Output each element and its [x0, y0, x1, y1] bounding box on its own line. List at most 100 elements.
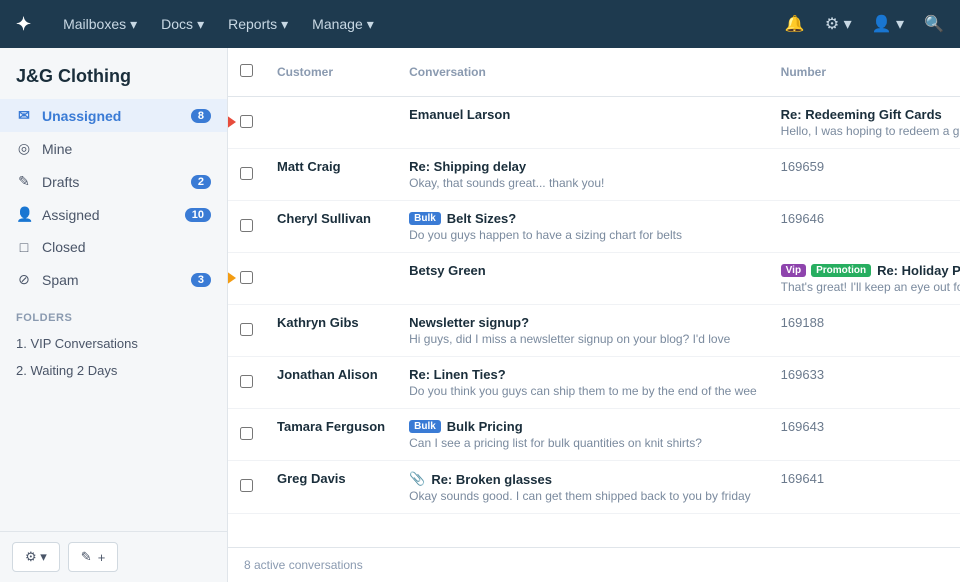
- assigned-badge: 10: [185, 208, 211, 222]
- conversation-preview: Hello, I was hoping to redeem a gift car…: [781, 124, 960, 138]
- conversation-preview: Hi guys, did I miss a newsletter signup …: [409, 332, 757, 346]
- conversation-subject: Re: Shipping delay: [409, 159, 526, 174]
- sidebar-label-spam: Spam: [42, 272, 181, 288]
- table-row[interactable]: Matt CraigRe: Shipping delayOkay, that s…: [228, 149, 960, 201]
- conversation-number: 169633: [769, 357, 960, 409]
- conversation-subject: Belt Sizes?: [447, 211, 516, 226]
- settings-button[interactable]: ⚙ ▾: [12, 542, 60, 572]
- nav-reports[interactable]: Reports ▾: [228, 16, 288, 33]
- folder-waiting[interactable]: 2. Waiting 2 Days: [0, 357, 227, 384]
- row-checkbox-cell: [228, 201, 265, 253]
- conversation-number: 169643: [769, 409, 960, 461]
- sidebar-label-closed: Closed: [42, 239, 211, 255]
- row-checkbox[interactable]: [240, 323, 253, 336]
- conversation-subject: Re: Linen Ties?: [409, 367, 506, 382]
- table-row[interactable]: Tamara Ferguson BulkBulk PricingCan I see…: [228, 409, 960, 461]
- assigned-icon: 👤: [16, 206, 32, 223]
- customer-cell: Greg Davis: [265, 461, 397, 514]
- app-logo: ✦: [16, 14, 31, 35]
- priority-red-indicator: [228, 115, 236, 129]
- select-all-checkbox[interactable]: [240, 64, 253, 77]
- search-icon[interactable]: 🔍: [924, 14, 944, 34]
- table-row[interactable]: Greg Davis📎Re: Broken glassesOkay sounds…: [228, 461, 960, 514]
- th-number: Number: [769, 48, 960, 97]
- table-row[interactable]: Betsy GreenVipPromotionRe: Holiday Promo…: [228, 253, 960, 305]
- conversation-preview: Do you guys happen to have a sizing char…: [409, 228, 757, 242]
- conversation-subject: Bulk Pricing: [447, 419, 523, 434]
- row-checkbox[interactable]: [240, 479, 253, 492]
- attachment-icon: 📎: [409, 471, 425, 487]
- conversation-subject: Re: Holiday Promo?: [877, 263, 960, 278]
- th-customer: Customer: [265, 48, 397, 97]
- conversation-cell: Re: Shipping delay Okay, that sounds grea…: [397, 149, 769, 201]
- sidebar: J&G Clothing ✉ Unassigned 8 ◎ Mine ✎ Dra…: [0, 48, 228, 582]
- conversations-table: Customer Conversation Number Last Update…: [228, 48, 960, 547]
- customer-cell: Emanuel Larson: [397, 97, 769, 149]
- subject-row: Re: Redeeming Gift Cards: [781, 107, 960, 122]
- conversation-preview: That's great! I'll keep an eye out for i…: [781, 280, 960, 294]
- table-row[interactable]: Emanuel Larson Re: Redeeming Gift Cards He…: [228, 97, 960, 149]
- sidebar-label-mine: Mine: [42, 141, 211, 157]
- row-checkbox-cell: [228, 409, 265, 461]
- profile-icon[interactable]: 👤 ▾: [872, 14, 904, 34]
- closed-icon: □: [16, 239, 32, 255]
- topnav-right: 🔔 ⚙ ▾ 👤 ▾ 🔍: [785, 14, 944, 34]
- nav-manage[interactable]: Manage ▾: [312, 16, 374, 33]
- topnav: ✦ Mailboxes ▾ Docs ▾ Reports ▾ Manage ▾ …: [0, 0, 960, 48]
- sidebar-item-unassigned[interactable]: ✉ Unassigned 8: [0, 99, 227, 132]
- tag-badge: Bulk: [409, 212, 441, 225]
- conversation-cell: Vip Promotion Re: Holiday Promo? That's gre…: [769, 253, 960, 305]
- conversation-preview: Can I see a pricing list for bulk quanti…: [409, 436, 757, 450]
- tag-badge: Promotion: [811, 264, 871, 277]
- sidebar-item-drafts[interactable]: ✎ Drafts 2: [0, 165, 227, 198]
- subject-row: Vip Promotion Re: Holiday Promo?: [781, 263, 960, 278]
- subject-row: Re: Shipping delay: [409, 159, 757, 174]
- conversation-number: 169641: [769, 461, 960, 514]
- customer-name: Tamara Ferguson: [277, 419, 385, 434]
- table-row[interactable]: Jonathan AlisonRe: Linen Ties?Do you thi…: [228, 357, 960, 409]
- conversation-preview: Okay, that sounds great... thank you!: [409, 176, 757, 190]
- customer-cell: Kathryn Gibs: [265, 305, 397, 357]
- inbox-icon: ✉: [16, 107, 32, 124]
- sidebar-item-mine[interactable]: ◎ Mine: [0, 132, 227, 165]
- user-settings-icon[interactable]: ⚙ ▾: [825, 14, 852, 34]
- row-checkbox[interactable]: [240, 167, 253, 180]
- row-checkbox[interactable]: [240, 115, 253, 128]
- row-checkbox[interactable]: [240, 219, 253, 232]
- subject-row: 📎 Re: Broken glasses: [409, 471, 757, 487]
- row-checkbox-cell: [228, 461, 265, 514]
- customer-cell: Cheryl Sullivan: [265, 201, 397, 253]
- compose-button[interactable]: ✎ +: [68, 542, 119, 572]
- sidebar-item-assigned[interactable]: 👤 Assigned 10: [0, 198, 227, 231]
- conversation-number: 169659: [769, 149, 960, 201]
- th-conversation: Conversation: [397, 48, 769, 97]
- tag-badge: Vip: [781, 264, 806, 277]
- nav-docs[interactable]: Docs ▾: [161, 16, 204, 33]
- conversation-subject: Re: Redeeming Gift Cards: [781, 107, 942, 122]
- customer-name: Jonathan Alison: [277, 367, 385, 382]
- row-checkbox-cell: [228, 305, 265, 357]
- content-area: Customer Conversation Number Last Update…: [228, 48, 960, 582]
- conversation-cell: BulkBulk PricingCan I see a pricing list…: [397, 409, 769, 461]
- main-layout: J&G Clothing ✉ Unassigned 8 ◎ Mine ✎ Dra…: [0, 48, 960, 582]
- row-checkbox[interactable]: [240, 427, 253, 440]
- table-row[interactable]: Kathryn Gibs Newsletter signup? Hi guys, d…: [228, 305, 960, 357]
- sidebar-item-closed[interactable]: □ Closed: [0, 231, 227, 263]
- row-checkbox[interactable]: [240, 271, 253, 284]
- sidebar-item-spam[interactable]: ⊘ Spam 3: [0, 263, 227, 296]
- priority-orange-indicator: [228, 271, 236, 285]
- subject-row: Newsletter signup?: [409, 315, 757, 330]
- customer-name: Greg Davis: [277, 471, 385, 486]
- table-header-row: Customer Conversation Number Last Update…: [228, 48, 960, 97]
- bell-icon[interactable]: 🔔: [785, 14, 805, 34]
- table-row[interactable]: Cheryl Sullivan Bulk Belt Sizes? Do you guy…: [228, 201, 960, 253]
- nav-mailboxes[interactable]: Mailboxes ▾: [63, 16, 137, 33]
- conversation-number: 169188: [769, 305, 960, 357]
- folder-vip[interactable]: 1. VIP Conversations: [0, 330, 227, 357]
- mine-icon: ◎: [16, 140, 32, 157]
- row-checkbox[interactable]: [240, 375, 253, 388]
- conversation-subject: Re: Broken glasses: [431, 472, 552, 487]
- sidebar-label-drafts: Drafts: [42, 174, 181, 190]
- folders-label: FOLDERS: [0, 296, 227, 330]
- subject-row: Re: Linen Ties?: [409, 367, 757, 382]
